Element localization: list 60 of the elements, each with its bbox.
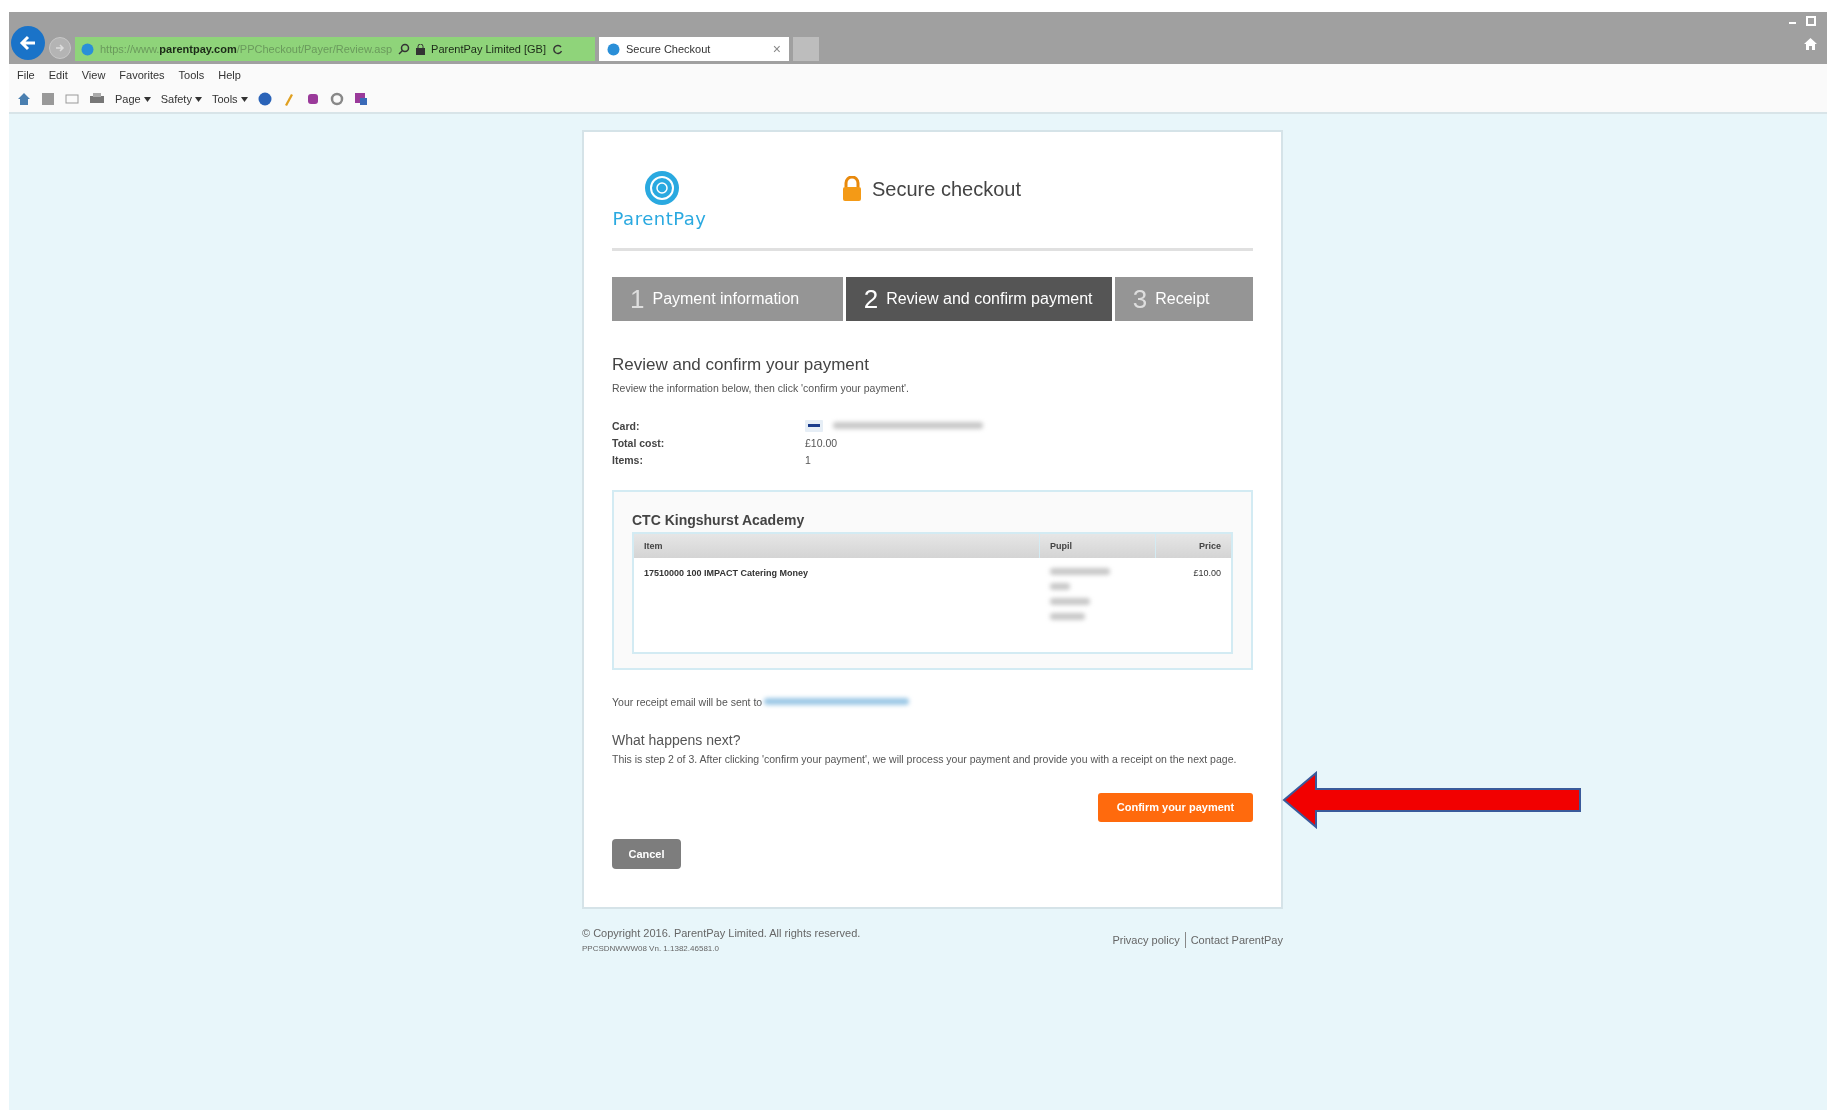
instructions-text: Review the information below, then click 'confirm your payment'. xyxy=(612,381,910,396)
footer-link[interactable]: Privacy policy xyxy=(1112,933,1180,946)
version-text: PPCSDNWWW08 Vn. 1.1382.46581.0 xyxy=(582,943,720,953)
detail-value: £10.00 xyxy=(805,436,839,449)
address-bar[interactable]: https://www.parentpay.com/PPCheckout/Payer/Review.asp ParentPay Limited [GB] xyxy=(75,37,595,61)
table-cell: £10.00 xyxy=(1155,557,1232,653)
menu-item[interactable]: File xyxy=(17,69,35,81)
caret-icon xyxy=(240,96,248,102)
blurred-pupil xyxy=(1049,597,1090,605)
menu-item[interactable]: View xyxy=(81,69,106,81)
caret-icon xyxy=(143,96,151,102)
caret-icon xyxy=(194,96,202,102)
refresh-icon xyxy=(552,43,563,55)
blurred-pupil xyxy=(1049,612,1085,620)
detail-label: Total cost: xyxy=(612,436,666,449)
detail-label: Items: xyxy=(612,453,644,466)
blurred-pupil xyxy=(1049,567,1110,575)
print-icon xyxy=(89,92,105,106)
menu-item[interactable]: Tools xyxy=(178,69,205,81)
menu-item[interactable]: Help xyxy=(218,69,241,81)
footer-link[interactable]: Contact ParentPay xyxy=(1190,933,1283,946)
home-icon xyxy=(1804,38,1817,50)
command-button[interactable]: Tools xyxy=(211,93,248,105)
copyright-text: © Copyright 2016. ParentPay Limited. All rights reserved. xyxy=(582,926,861,939)
column-header: Price xyxy=(1155,532,1232,558)
menu-item[interactable]: Edit xyxy=(48,69,68,81)
blurred-pupil xyxy=(1049,582,1070,590)
next-steps-text: This is step 2 of 3. After clicking 'confirm your payment', we will process your payment and provide you with a receipt on the next page. xyxy=(612,751,1238,767)
settings-icon xyxy=(329,92,344,106)
detail-label: Card: xyxy=(612,419,641,432)
section-heading: Review and confirm your payment xyxy=(612,355,870,375)
section-heading: What happens next? xyxy=(612,731,742,748)
detail-value: 1 xyxy=(805,453,812,466)
browser-tab[interactable]: Secure Checkout × xyxy=(599,37,789,61)
back-arrow-icon xyxy=(19,34,37,52)
page-title: Secure checkout xyxy=(872,177,1021,201)
lock-icon xyxy=(842,176,862,202)
command-button[interactable]: Page xyxy=(115,93,151,105)
close-button[interactable]: × xyxy=(772,41,781,57)
logo-text: ParentPay xyxy=(612,207,707,229)
window-controls-icon xyxy=(1787,16,1817,26)
command-button[interactable]: Safety xyxy=(160,93,202,105)
receipt-note: Your receipt email will be sent to xyxy=(612,695,763,708)
card-icon xyxy=(805,419,823,432)
search-icon xyxy=(398,43,411,55)
url-text: https://www.parentpay.com/PPCheckout/Payer/Review.asp xyxy=(100,43,393,55)
home-icon xyxy=(17,92,31,106)
site-identity: ParentPay Limited [GB] xyxy=(431,43,546,55)
forward-button[interactable] xyxy=(49,37,71,59)
table-cell: 17510000 100 IMPACT Catering Money xyxy=(633,557,1040,653)
column-header: Pupil xyxy=(1039,532,1156,558)
column-header: Item xyxy=(633,532,1040,558)
lock-icon xyxy=(416,43,426,55)
mail-icon xyxy=(65,92,79,106)
back-button[interactable] xyxy=(11,26,45,60)
new-tab-button[interactable] xyxy=(793,37,819,61)
menu-item[interactable]: Favorites xyxy=(119,69,165,81)
school-name: CTC Kingshurst Academy xyxy=(632,511,806,528)
forward-arrow-icon xyxy=(55,43,65,53)
cancel-button[interactable]: Cancel xyxy=(612,838,681,869)
